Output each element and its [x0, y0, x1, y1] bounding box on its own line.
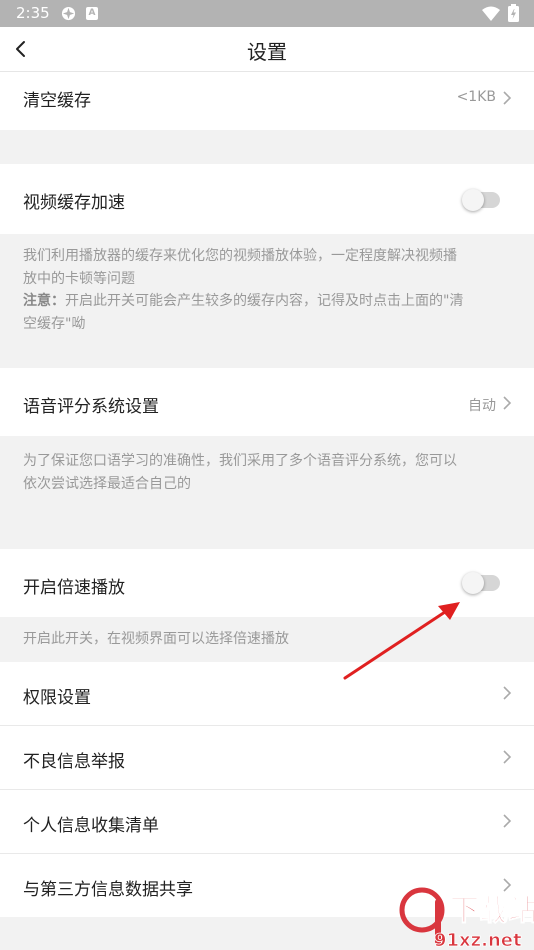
chevron-right-icon [503, 814, 512, 828]
description-note: 注意：开启此开关可能会产生较多的缓存内容，记得及时点击上面的"清 [23, 290, 513, 313]
description-line: 为了保证您口语学习的准确性，我们采用了多个语音评分系统，您可以 [23, 453, 457, 469]
note-text: 开启此开关可能会产生较多的缓存内容，记得及时点击上面的"清 [65, 293, 464, 309]
chevron-right-icon [503, 396, 512, 410]
description-line: 我们利用播放器的缓存来优化您的视频播放体验，一定程度解决视频播 [23, 248, 457, 264]
app-notification-icon [61, 6, 76, 21]
clear-cache-row[interactable]: 清空缓存 <1KB [0, 72, 534, 130]
watermark-logo: 下载站 91xz.net [399, 887, 534, 950]
personal-info-label: 个人信息收集清单 [23, 816, 159, 836]
status-time: 2:35 [16, 4, 50, 22]
status-bar: 2:35 A [0, 0, 534, 27]
voice-eval-row[interactable]: 语音评分系统设置 自动 [0, 368, 534, 436]
toggle-knob [462, 572, 484, 594]
voice-eval-label: 语音评分系统设置 [23, 397, 159, 417]
cache-size-value: <1KB [456, 89, 496, 105]
speed-play-label: 开启倍速播放 [23, 578, 125, 598]
report-label: 不良信息举报 [23, 752, 125, 772]
a-notification-icon: A [86, 7, 98, 20]
description-line: 依次尝试选择最适合自己的 [23, 475, 191, 492]
speed-play-toggle[interactable] [462, 572, 500, 594]
watermark-title: 下载站 [450, 893, 534, 927]
annotation-arrow [343, 602, 460, 680]
note-prefix: 注意： [23, 293, 65, 309]
video-cache-toggle[interactable] [462, 189, 500, 211]
voice-eval-description: 为了保证您口语学习的准确性，我们采用了多个语音评分系统，您可以 依次尝试选择最适… [23, 450, 513, 495]
description-line: 放中的卡顿等问题 [23, 270, 135, 287]
page-title: 设置 [247, 40, 287, 64]
chevron-right-icon [503, 750, 512, 764]
chevron-right-icon [503, 686, 512, 700]
personal-info-row[interactable]: 个人信息收集清单 [0, 790, 534, 853]
description-line: 空缓存"呦 [23, 315, 86, 332]
toggle-knob [462, 189, 484, 211]
wifi-icon [482, 6, 500, 21]
chevron-right-icon [503, 91, 512, 105]
third-party-label: 与第三方信息数据共享 [23, 880, 193, 900]
clear-cache-label: 清空缓存 [23, 91, 91, 111]
permissions-label: 权限设置 [23, 688, 91, 708]
battery-icon [508, 4, 519, 22]
video-cache-description: 我们利用播放器的缓存来优化您的视频播放体验，一定程度解决视频播 放中的卡顿等问题… [23, 245, 513, 335]
voice-eval-value: 自动 [468, 398, 496, 414]
watermark-url: 91xz.net [434, 930, 522, 950]
video-cache-row: 视频缓存加速 [0, 164, 534, 234]
report-row[interactable]: 不良信息举报 [0, 726, 534, 789]
video-cache-label: 视频缓存加速 [23, 193, 125, 213]
header-bar: 设置 [0, 27, 534, 72]
